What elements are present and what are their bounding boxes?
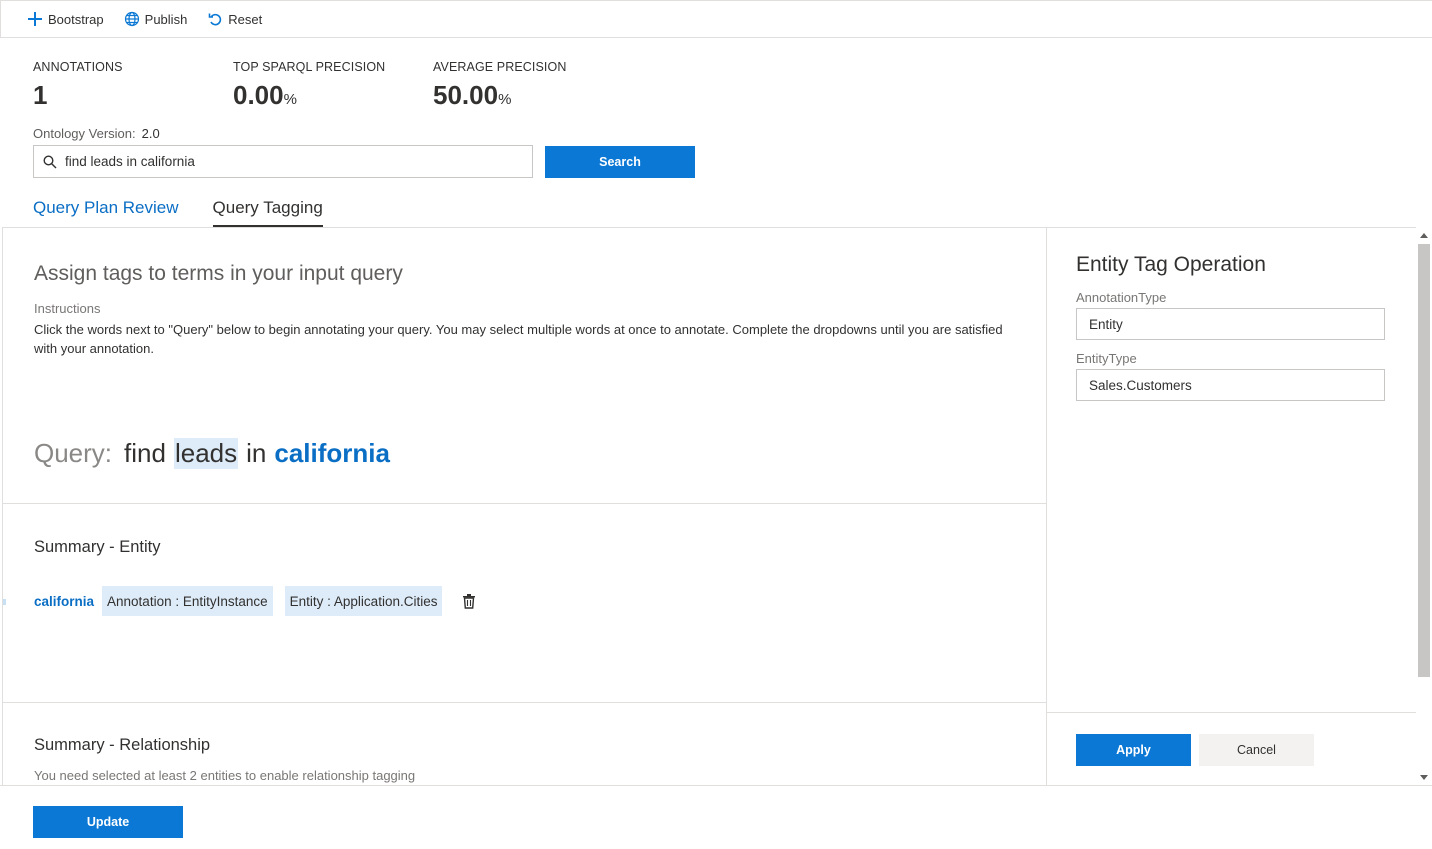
undo-icon: [208, 13, 222, 26]
summary-entity-section: Summary - Entity california Annotation :…: [3, 504, 1046, 703]
query-word-tagged[interactable]: california: [274, 438, 390, 469]
globe-icon: [124, 11, 139, 27]
annotation-type-dropdown[interactable]: Entity: [1076, 308, 1385, 340]
metric-average-precision: AVERAGE PRECISION 50.00%: [433, 60, 566, 115]
command-bar: Bootstrap Publish Reset: [0, 0, 1432, 38]
section-title: Assign tags to terms in your input query: [34, 262, 403, 285]
metric-value: 1: [33, 80, 48, 110]
ontology-version: Ontology Version: 2.0: [33, 126, 160, 141]
summary-relationship-section: Summary - Relationship You need selected…: [3, 703, 1046, 785]
query-tagging-section: Assign tags to terms in your input query…: [3, 228, 1046, 504]
footer-bar: Update: [0, 785, 1432, 849]
search-field[interactable]: [33, 145, 533, 178]
query-word-selected[interactable]: leads: [173, 438, 239, 469]
panel-title: Entity Tag Operation: [1076, 253, 1266, 276]
search-button[interactable]: Search: [545, 146, 695, 178]
query-word[interactable]: find: [124, 438, 166, 469]
annotation-type-label: AnnotationType: [1076, 290, 1167, 305]
panel-footer: Apply Cancel: [1047, 712, 1416, 786]
tab-query-tagging[interactable]: Query Tagging: [212, 196, 323, 227]
relationship-note: You need selected at least 2 entities to…: [34, 768, 416, 783]
bootstrap-label: Bootstrap: [48, 11, 104, 27]
publish-button[interactable]: Publish: [124, 11, 188, 27]
vertical-scrollbar[interactable]: [1416, 228, 1432, 785]
publish-label: Publish: [144, 11, 188, 27]
query-word[interactable]: in: [246, 438, 266, 469]
tab-bar: Query Plan Review Query Tagging: [33, 196, 357, 228]
metric-value: 50.00%: [433, 80, 512, 110]
update-button[interactable]: Update: [33, 806, 183, 838]
cancel-button[interactable]: Cancel: [1199, 734, 1314, 766]
trash-icon[interactable]: [462, 593, 476, 609]
scrollbar-thumb[interactable]: [1418, 244, 1430, 677]
row-indicator: [3, 599, 6, 605]
entity-chip: Entity : Application.Cities: [284, 586, 443, 616]
metric-value: 0.00%: [233, 80, 297, 110]
search-icon: [43, 154, 57, 168]
annotation-chip: Annotation : EntityInstance: [102, 586, 273, 616]
bootstrap-button[interactable]: Bootstrap: [27, 11, 104, 27]
scroll-down-icon[interactable]: [1420, 775, 1428, 780]
instructions-heading: Instructions: [34, 301, 101, 316]
metric-label: ANNOTATIONS: [33, 60, 123, 74]
reset-label: Reset: [228, 11, 263, 27]
apply-button[interactable]: Apply: [1076, 734, 1191, 766]
summary-relationship-title: Summary - Relationship: [34, 736, 211, 754]
search-input[interactable]: [65, 154, 505, 169]
reset-button[interactable]: Reset: [207, 11, 262, 27]
entity-type-dropdown[interactable]: Sales.Customers: [1076, 369, 1385, 401]
metric-annotations: ANNOTATIONS 1: [33, 60, 123, 115]
entity-term[interactable]: california: [34, 594, 94, 609]
instructions-text: Click the words next to "Query" below to…: [34, 322, 1003, 356]
metric-label: AVERAGE PRECISION: [433, 60, 567, 74]
entity-type-label: EntityType: [1076, 351, 1137, 366]
scroll-up-icon[interactable]: [1420, 233, 1428, 238]
plus-icon: [28, 12, 42, 26]
entity-tag-panel: Entity Tag Operation AnnotationType Enti…: [1047, 227, 1416, 785]
summary-entity-title: Summary - Entity: [34, 538, 161, 556]
tab-query-plan-review[interactable]: Query Plan Review: [33, 196, 179, 228]
query-line: Query: find leads in california: [34, 438, 398, 469]
metric-label: TOP SPARQL PRECISION: [233, 60, 386, 74]
tagging-panel: Assign tags to terms in your input query…: [2, 227, 1047, 785]
entity-summary-row: california Annotation : EntityInstance E…: [34, 586, 476, 616]
query-label: Query:: [34, 438, 113, 468]
metric-top-sparql-precision: TOP SPARQL PRECISION 0.00%: [233, 60, 385, 115]
